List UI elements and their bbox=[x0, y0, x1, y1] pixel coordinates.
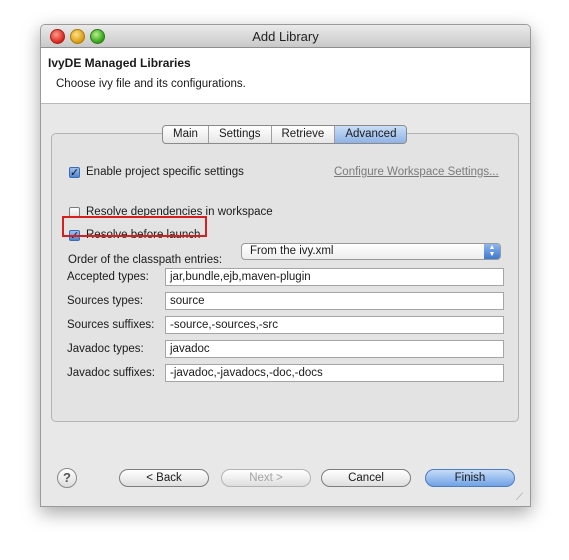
sources-types-input[interactable]: source bbox=[165, 292, 504, 310]
enable-project-settings-checkbox[interactable]: ✓ bbox=[69, 167, 80, 179]
resolve-before-launch-highlight bbox=[62, 216, 207, 237]
window-title: Add Library bbox=[252, 29, 319, 44]
enable-project-settings-label: Enable project specific settings bbox=[86, 166, 244, 178]
javadoc-types-label: Javadoc types: bbox=[67, 343, 144, 355]
accepted-types-label: Accepted types: bbox=[67, 271, 149, 283]
tab-advanced[interactable]: Advanced bbox=[335, 126, 407, 143]
javadoc-suffixes-label: Javadoc suffixes: bbox=[67, 367, 156, 379]
sources-types-label: Sources types: bbox=[67, 295, 144, 307]
accepted-types-input[interactable]: jar,bundle,ejb,maven-plugin bbox=[165, 268, 504, 286]
javadoc-types-input[interactable]: javadoc bbox=[165, 340, 504, 358]
sources-suffixes-label: Sources suffixes: bbox=[67, 319, 155, 331]
cancel-button[interactable]: Cancel bbox=[321, 469, 411, 487]
title-bar: Add Library bbox=[41, 25, 530, 48]
next-button[interactable]: Next > bbox=[221, 469, 311, 487]
classpath-order-label: Order of the classpath entries: bbox=[68, 254, 223, 266]
wizard-header: IvyDE Managed Libraries Choose ivy file … bbox=[41, 48, 530, 104]
configure-workspace-settings-link[interactable]: Configure Workspace Settings... bbox=[334, 166, 499, 178]
tab-retrieve[interactable]: Retrieve bbox=[272, 126, 336, 143]
help-button[interactable]: ? bbox=[57, 468, 77, 488]
resize-grip-icon[interactable]: ⟋ bbox=[516, 492, 528, 504]
tab-settings[interactable]: Settings bbox=[209, 126, 272, 143]
header-description: Choose ivy file and its configurations. bbox=[56, 78, 246, 90]
tab-bar: Main Settings Retrieve Advanced bbox=[162, 125, 408, 144]
finish-button[interactable]: Finish bbox=[425, 469, 515, 487]
question-mark-icon: ? bbox=[63, 470, 71, 485]
tab-main[interactable]: Main bbox=[163, 126, 209, 143]
header-title: IvyDE Managed Libraries bbox=[48, 56, 191, 70]
javadoc-suffixes-input[interactable]: -javadoc,-javadocs,-doc,-docs bbox=[165, 364, 504, 382]
back-button[interactable]: < Back bbox=[119, 469, 209, 487]
sources-suffixes-input[interactable]: -source,-sources,-src bbox=[165, 316, 504, 334]
select-arrows-icon: ▲ ▼ bbox=[484, 244, 500, 259]
classpath-order-select[interactable]: From the ivy.xml ▲ ▼ bbox=[241, 243, 501, 260]
add-library-dialog: Add Library IvyDE Managed Libraries Choo… bbox=[40, 24, 531, 507]
classpath-order-value: From the ivy.xml bbox=[250, 245, 334, 257]
